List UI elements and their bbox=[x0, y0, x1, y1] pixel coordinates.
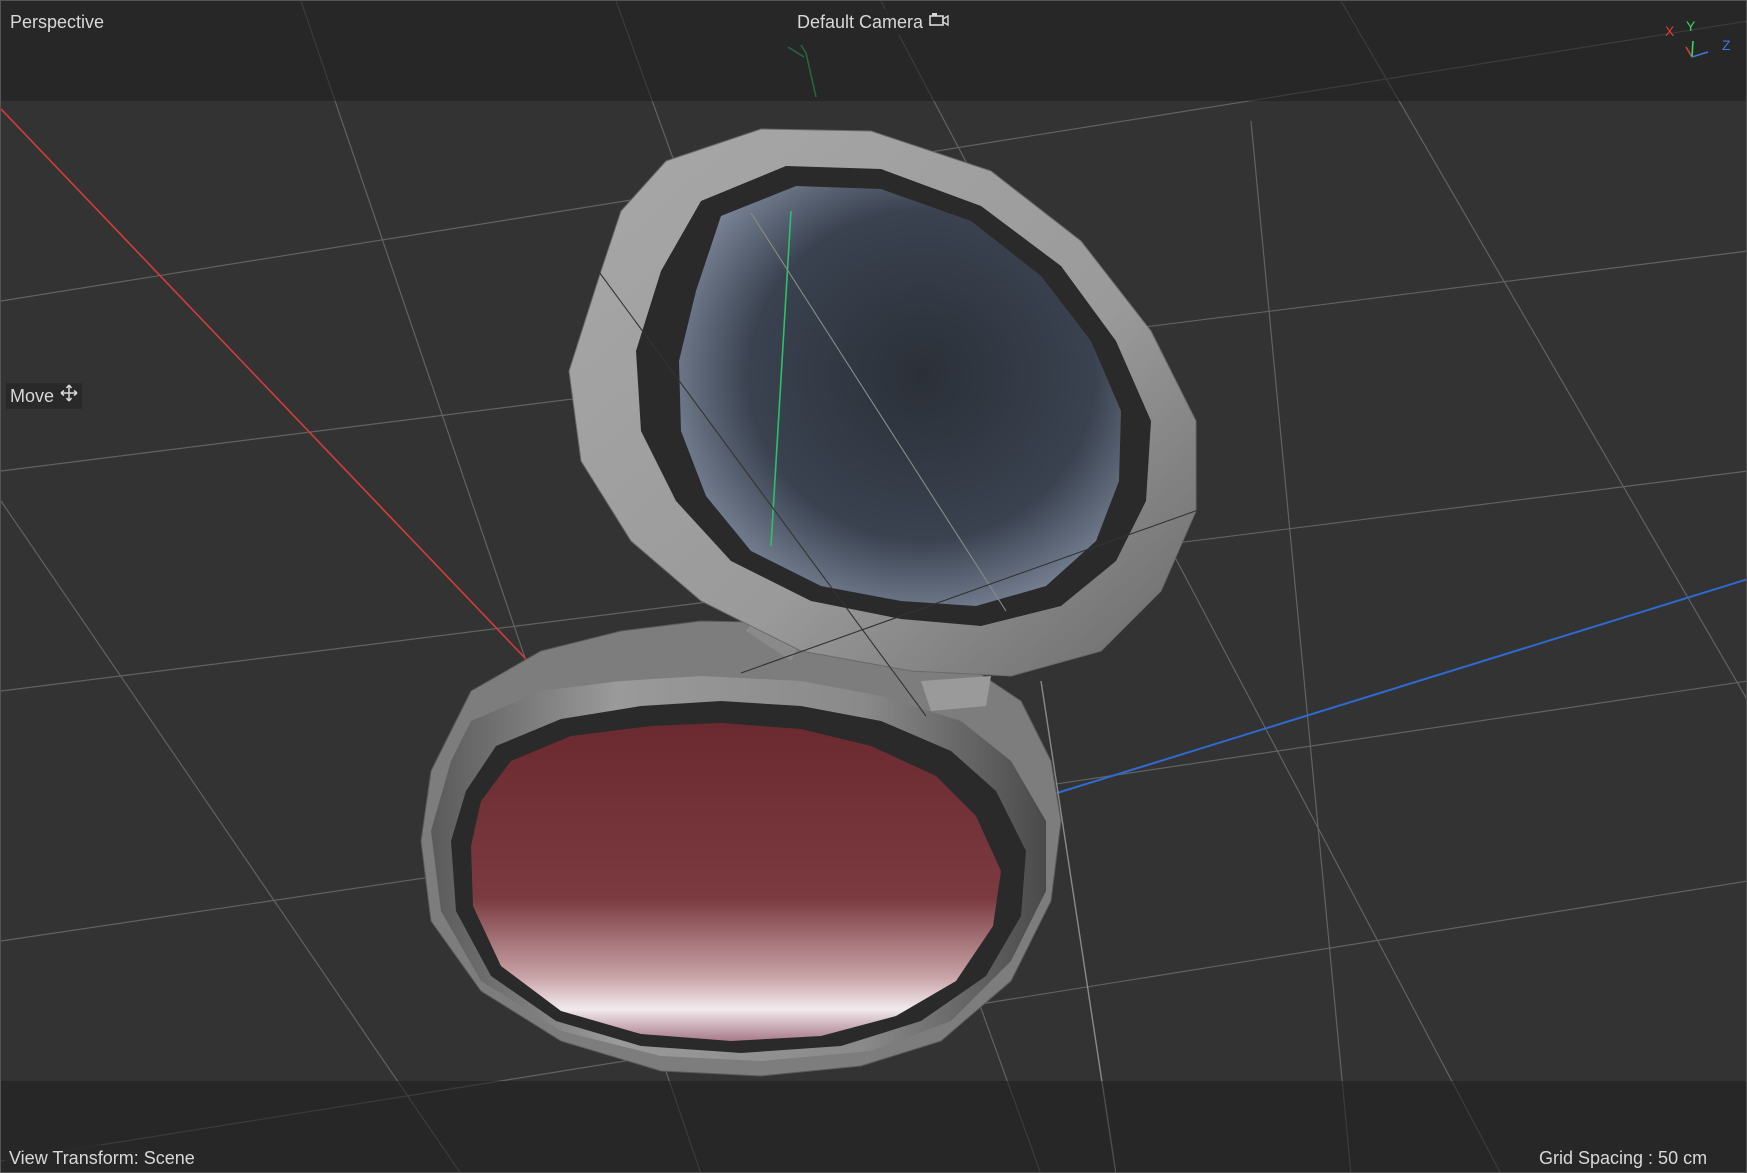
gizmo-x-label: X bbox=[1665, 23, 1675, 39]
3d-viewport[interactable]: Perspective Default Camera Move X Y Z Vi… bbox=[0, 0, 1747, 1173]
viewport-scene[interactable] bbox=[1, 1, 1747, 1173]
camera-icon bbox=[929, 10, 949, 34]
camera-selector[interactable]: Default Camera bbox=[793, 9, 954, 35]
move-icon bbox=[60, 384, 78, 408]
view-name-label[interactable]: Perspective bbox=[6, 9, 109, 35]
view-transform-text: View Transform: Scene bbox=[9, 1148, 195, 1168]
camera-name-text: Default Camera bbox=[797, 12, 924, 32]
z-axis-line bbox=[1040, 578, 1746, 799]
grid-spacing-label: Grid Spacing : 50 cm bbox=[1535, 1145, 1712, 1171]
grid-spacing-text: Grid Spacing : 50 cm bbox=[1539, 1148, 1708, 1168]
gizmo-y-label: Y bbox=[1686, 19, 1696, 34]
active-tool-label[interactable]: Move bbox=[6, 383, 83, 409]
x-axis-line bbox=[1, 108, 567, 702]
view-transform-label[interactable]: View Transform: Scene bbox=[5, 1145, 199, 1171]
compact-lid bbox=[568, 128, 1197, 677]
view-name-text: Perspective bbox=[10, 12, 105, 32]
axis-orientation-gizmo[interactable]: X Y Z bbox=[1656, 18, 1736, 69]
tool-name-text: Move bbox=[10, 386, 55, 406]
gizmo-z-label: Z bbox=[1722, 37, 1731, 53]
y-axis-line bbox=[800, 44, 817, 98]
